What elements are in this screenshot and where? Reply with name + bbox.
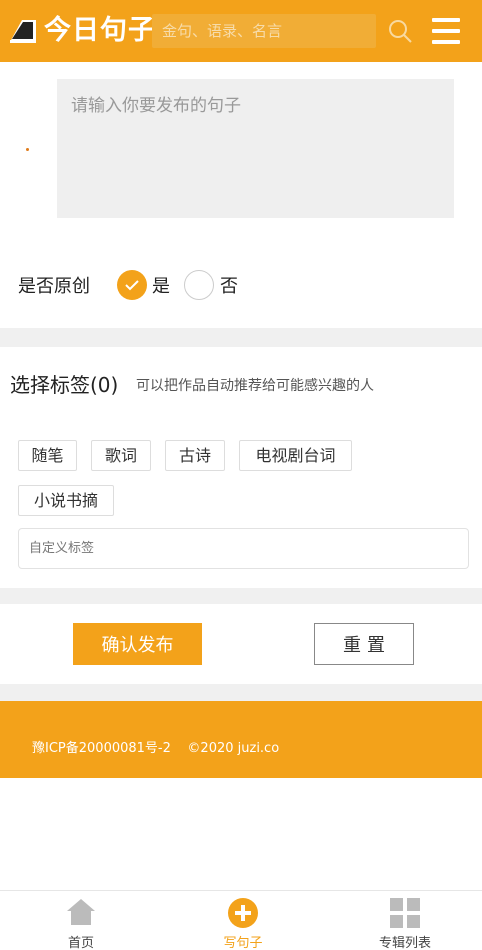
tag-item[interactable]: 歌词 [91, 440, 151, 471]
tags-title: 选择标签(0) [10, 373, 119, 397]
reset-button[interactable]: 重置 [314, 623, 414, 665]
custom-tag-input[interactable] [19, 529, 468, 568]
custom-tag-box [18, 528, 469, 569]
tab-albums-label: 专辑列表 [378, 936, 431, 950]
tab-albums[interactable]: 专辑列表 [355, 891, 455, 950]
tab-write[interactable]: 写句子 [193, 891, 293, 950]
footer-text: 豫ICP备20000081号-2 ©2020 juzi.co [32, 737, 279, 756]
bottom-tabbar: 首页 写句子 专辑列表 [0, 890, 482, 950]
tag-item[interactable]: 随笔 [18, 440, 77, 471]
book-icon [10, 20, 36, 43]
sentence-textarea[interactable] [57, 79, 454, 218]
radio-no[interactable] [184, 270, 214, 300]
search-box [152, 14, 376, 48]
radio-yes[interactable] [117, 270, 147, 300]
tab-write-label: 写句子 [223, 936, 263, 950]
radio-no-label[interactable]: 否 [220, 272, 238, 298]
tab-home[interactable]: 首页 [31, 891, 131, 950]
logo-text: 今日句子 [44, 15, 156, 46]
home-icon [67, 899, 95, 925]
confirm-publish-button[interactable]: 确认发布 [73, 623, 202, 665]
tab-home-label: 首页 [67, 936, 94, 950]
menu-icon[interactable] [432, 18, 462, 44]
search-icon[interactable] [387, 18, 413, 44]
tag-item[interactable]: 古诗 [165, 440, 225, 471]
tags-hint: 可以把作品自动推荐给可能感兴趣的人 [136, 378, 374, 394]
site-logo[interactable]: 今日句子 [6, 14, 155, 48]
check-icon [125, 280, 139, 291]
tag-item[interactable]: 电视剧台词 [239, 440, 352, 471]
plus-circle-icon [228, 898, 258, 928]
original-label: 是否原创 [18, 276, 90, 297]
required-dot [26, 148, 29, 151]
grid-icon [390, 898, 420, 928]
search-input[interactable] [152, 14, 376, 48]
tag-item[interactable]: 小说书摘 [18, 485, 114, 516]
blank-area [0, 778, 482, 890]
icp-link[interactable]: 豫ICP备20000081号-2 [32, 741, 171, 756]
radio-yes-label[interactable]: 是 [152, 272, 170, 298]
copyright-text: ©2020 juzi.co [187, 741, 280, 756]
top-header: 今日句子 [0, 0, 482, 62]
